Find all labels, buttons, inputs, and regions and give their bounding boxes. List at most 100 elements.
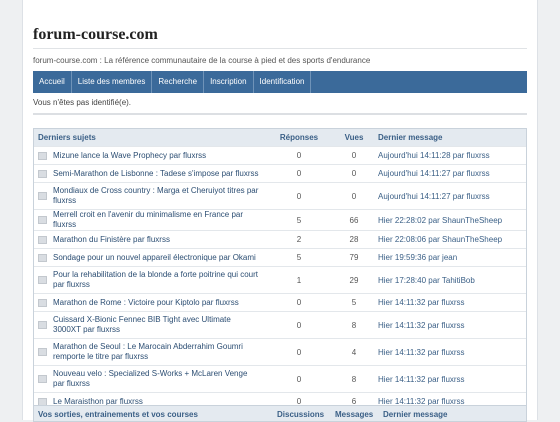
replies-cell: 1 <box>264 266 334 294</box>
topic-cell: Mondiaux de Cross country : Marga et Che… <box>34 182 264 210</box>
last-message-link[interactable]: Hier 14:11:32 par fluxrss <box>374 293 526 312</box>
main-nav: Accueil Liste des membres Recherche Insc… <box>33 71 527 93</box>
replies-cell: 0 <box>264 365 334 393</box>
col-header-last-message: Dernier message <box>378 133 443 142</box>
topic-status-icon <box>38 321 47 329</box>
views-cell: 8 <box>334 311 374 339</box>
table-row: Mizune lance la Wave Prophecy par fluxrs… <box>34 146 526 165</box>
col-header-discussions: Discussions <box>277 410 325 419</box>
topic-cell: Marathon de Rome : Victoire pour Kiptolo… <box>34 293 264 312</box>
col-header-views: Vues <box>344 133 364 142</box>
views-cell: 0 <box>334 164 374 183</box>
table-row: Pour la rehabilitation de la blonde a fo… <box>34 266 526 294</box>
replies-cell: 5 <box>264 248 334 267</box>
page-container: forum-course.com forum-course.com : La r… <box>22 0 538 422</box>
col-header-topics: Derniers sujets <box>38 133 96 142</box>
views-cell: 0 <box>334 146 374 165</box>
site-title[interactable]: forum-course.com <box>33 26 158 44</box>
site-tagline: forum-course.com : La référence communau… <box>33 56 371 65</box>
replies-cell: 0 <box>264 182 334 210</box>
nav-recherche[interactable]: Recherche <box>152 71 205 93</box>
topic-cell: Nouveau velo : Specialized S-Works + McL… <box>34 365 264 393</box>
topic-status-icon <box>38 348 47 356</box>
topics-table: Derniers sujets Réponses Vues Dernier me… <box>34 129 526 411</box>
views-cell: 5 <box>334 293 374 312</box>
nav-identification[interactable]: Identification <box>254 71 312 93</box>
nav-inscription[interactable]: Inscription <box>204 71 254 93</box>
topic-cell: Sondage pour un nouvel appareil électron… <box>34 248 264 267</box>
topic-link[interactable]: Marathon de Seoul : Le Marocain Abderrah… <box>53 342 260 362</box>
topic-link[interactable]: Marathon du Finistère par fluxrss <box>53 235 260 245</box>
topic-status-icon <box>38 235 47 244</box>
last-message-link[interactable]: Hier 19:59:36 par jean <box>374 248 526 267</box>
topic-status-icon <box>38 298 47 307</box>
views-cell: 0 <box>334 182 374 210</box>
last-message-link[interactable]: Hier 17:28:40 par TahitiBob <box>374 266 526 294</box>
table-row: Marathon du Finistère par fluxrss 2 28 Hier… <box>34 230 526 249</box>
table-row: Sondage pour un nouvel appareil électron… <box>34 248 526 267</box>
login-notice: Vous n'êtes pas identifié(e). <box>33 98 132 107</box>
forum-section-header: Vos sorties, entrainements et vos course… <box>33 405 527 422</box>
topic-status-icon <box>38 216 47 224</box>
topic-status-icon <box>38 151 47 160</box>
views-cell: 29 <box>334 266 374 294</box>
topic-link[interactable]: Pour la rehabilitation de la blonde a fo… <box>53 270 260 290</box>
topic-status-icon <box>38 276 47 284</box>
last-message-link[interactable]: Aujourd'hui 14:11:27 par fluxrss <box>374 182 526 210</box>
replies-cell: 0 <box>264 293 334 312</box>
col-header-last: Dernier message <box>383 410 448 419</box>
topic-status-icon <box>38 253 47 262</box>
topic-cell: Semi-Marathon de Lisbonne : Tadese s'imp… <box>34 164 264 183</box>
table-row: Merrell croit en l'avenir du minimalisme… <box>34 209 526 231</box>
table-row: Cuissard X-Bionic Fennec BIB Tight avec … <box>34 311 526 339</box>
topic-link[interactable]: Mizune lance la Wave Prophecy par fluxrs… <box>53 151 260 161</box>
topic-link[interactable]: Cuissard X-Bionic Fennec BIB Tight avec … <box>53 315 260 335</box>
topic-link[interactable]: Merrell croit en l'avenir du minimalisme… <box>53 210 260 230</box>
col-header-replies: Réponses <box>279 133 319 142</box>
topic-status-icon <box>38 192 47 200</box>
last-message-link[interactable]: Hier 14:11:32 par fluxrss <box>374 365 526 393</box>
views-cell: 79 <box>334 248 374 267</box>
nav-liste-membres[interactable]: Liste des membres <box>72 71 153 93</box>
nav-accueil[interactable]: Accueil <box>33 71 72 93</box>
last-message-link[interactable]: Hier 14:11:32 par fluxrss <box>374 338 526 366</box>
section-title[interactable]: Vos sorties, entrainements et vos course… <box>38 410 198 419</box>
topic-link[interactable]: Mondiaux de Cross country : Marga et Che… <box>53 186 260 206</box>
topic-status-icon <box>38 169 47 178</box>
topic-link[interactable]: Nouveau velo : Specialized S-Works + McL… <box>53 369 260 389</box>
replies-cell: 0 <box>264 311 334 339</box>
table-row: Marathon de Seoul : Le Marocain Abderrah… <box>34 338 526 366</box>
views-cell: 4 <box>334 338 374 366</box>
table-row: Semi-Marathon de Lisbonne : Tadese s'imp… <box>34 164 526 183</box>
topic-link[interactable]: Marathon de Rome : Victoire pour Kiptolo… <box>53 298 260 308</box>
views-cell: 28 <box>334 230 374 249</box>
last-message-link[interactable]: Aujourd'hui 14:11:28 par fluxrss <box>374 146 526 165</box>
views-cell: 66 <box>334 209 374 231</box>
topic-cell: Marathon de Seoul : Le Marocain Abderrah… <box>34 338 264 366</box>
last-message-link[interactable]: Hier 22:08:06 par ShaunTheSheep <box>374 230 526 249</box>
table-row: Mondiaux de Cross country : Marga et Che… <box>34 182 526 210</box>
table-row: Nouveau velo : Specialized S-Works + McL… <box>34 365 526 393</box>
col-header-messages: Messages <box>335 410 374 419</box>
last-message-link[interactable]: Hier 22:28:02 par ShaunTheSheep <box>374 209 526 231</box>
table-header-row: Derniers sujets Réponses Vues Dernier me… <box>34 129 526 147</box>
replies-cell: 0 <box>264 338 334 366</box>
views-cell: 8 <box>334 365 374 393</box>
topic-cell: Marathon du Finistère par fluxrss <box>34 230 264 249</box>
topic-link[interactable]: Sondage pour un nouvel appareil électron… <box>53 253 260 263</box>
table-row: Marathon de Rome : Victoire pour Kiptolo… <box>34 293 526 312</box>
last-message-link[interactable]: Hier 14:11:32 par fluxrss <box>374 311 526 339</box>
topics-table-box: Derniers sujets Réponses Vues Dernier me… <box>33 128 527 412</box>
replies-cell: 0 <box>264 146 334 165</box>
topic-cell: Merrell croit en l'avenir du minimalisme… <box>34 209 264 231</box>
replies-cell: 0 <box>264 164 334 183</box>
last-message-link[interactable]: Aujourd'hui 14:11:27 par fluxrss <box>374 164 526 183</box>
replies-cell: 2 <box>264 230 334 249</box>
notice-divider <box>33 113 527 115</box>
topic-cell: Mizune lance la Wave Prophecy par fluxrs… <box>34 146 264 165</box>
header-divider <box>33 48 527 49</box>
topic-cell: Pour la rehabilitation de la blonde a fo… <box>34 266 264 294</box>
topic-link[interactable]: Semi-Marathon de Lisbonne : Tadese s'imp… <box>53 169 260 179</box>
replies-cell: 5 <box>264 209 334 231</box>
topic-cell: Cuissard X-Bionic Fennec BIB Tight avec … <box>34 311 264 339</box>
